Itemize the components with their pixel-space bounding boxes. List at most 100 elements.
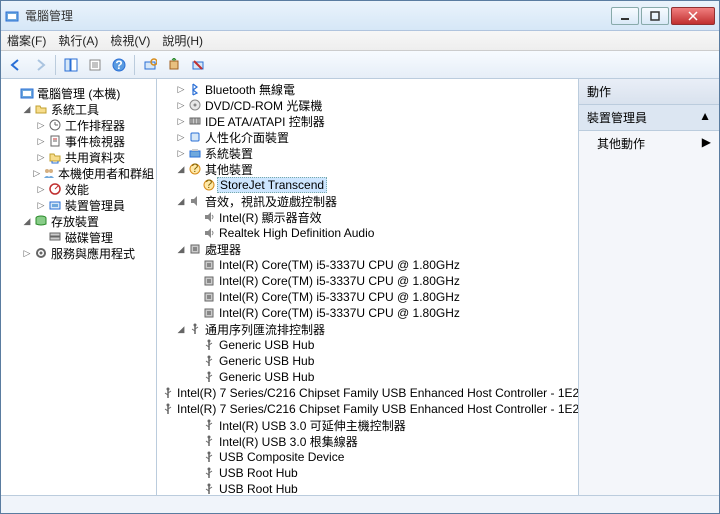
tree-storage[interactable]: ◢存放裝置: [5, 213, 156, 229]
tree-node-label: 音效，視訊及遊戲控制器: [203, 193, 337, 210]
svc-icon: [33, 245, 49, 261]
tree-item[interactable]: ▷ 本機使用者和群組: [5, 165, 156, 181]
tree-node-label: USB Root Hub: [217, 466, 298, 480]
tree-item[interactable]: 磁碟管理: [5, 229, 156, 245]
device-category[interactable]: ▷人性化介面裝置: [159, 129, 578, 145]
actions-pane: 動作 裝置管理員 ▲ 其他動作 ▶: [579, 79, 719, 495]
tree-system-tools[interactable]: ◢系統工具: [5, 101, 156, 117]
tree-item[interactable]: ▷裝置管理員: [5, 197, 156, 213]
device-item[interactable]: Intel(R) 7 Series/C216 Chipset Family US…: [159, 385, 578, 401]
scan-hardware-button[interactable]: [139, 54, 161, 76]
actions-header: 動作: [579, 79, 719, 105]
spk-icon: [201, 209, 217, 225]
update-driver-button[interactable]: [163, 54, 185, 76]
show-hide-tree-button[interactable]: [60, 54, 82, 76]
device-category[interactable]: ◢通用序列匯流排控制器: [159, 321, 578, 337]
titlebar[interactable]: 電腦管理: [1, 1, 719, 31]
device-item[interactable]: Intel(R) Core(TM) i5-3337U CPU @ 1.80GHz: [159, 257, 578, 273]
menu-action[interactable]: 執行(A): [58, 32, 98, 49]
users-icon: [42, 165, 56, 181]
expand-toggle-icon[interactable]: ▷: [175, 132, 187, 143]
device-item[interactable]: Intel(R) Core(TM) i5-3337U CPU @ 1.80GHz: [159, 273, 578, 289]
close-button[interactable]: [671, 7, 715, 25]
device-item[interactable]: Intel(R) Core(TM) i5-3337U CPU @ 1.80GHz: [159, 289, 578, 305]
device-item[interactable]: Intel(R) 顯示器音效: [159, 209, 578, 225]
tree-node-label: Intel(R) USB 3.0 根集線器: [217, 433, 358, 450]
menu-help[interactable]: 說明(H): [162, 32, 203, 49]
properties-button[interactable]: [84, 54, 106, 76]
ide-icon: [187, 113, 203, 129]
cpu-icon: [201, 289, 217, 305]
tree-node-label: 處理器: [203, 241, 241, 258]
expand-toggle-icon[interactable]: ▷: [35, 120, 47, 131]
tree-item[interactable]: ▷事件檢視器: [5, 133, 156, 149]
device-item[interactable]: USB Composite Device: [159, 449, 578, 465]
toolbar: ?: [1, 51, 719, 79]
tree-item[interactable]: ▷效能: [5, 181, 156, 197]
tree-node-label: 本機使用者和群組: [56, 165, 154, 182]
expand-toggle-icon[interactable]: ▷: [35, 136, 47, 147]
hid-icon: [187, 129, 203, 145]
usb-icon: [187, 321, 203, 337]
device-item[interactable]: Intel(R) 7 Series/C216 Chipset Family US…: [159, 401, 578, 417]
tree-node-label: Intel(R) Core(TM) i5-3337U CPU @ 1.80GHz: [217, 274, 460, 288]
device-category[interactable]: ▷IDE ATA/ATAPI 控制器: [159, 113, 578, 129]
expand-toggle-icon[interactable]: ◢: [175, 164, 187, 175]
device-item[interactable]: Generic USB Hub: [159, 369, 578, 385]
collapse-up-icon[interactable]: ▲: [699, 109, 711, 126]
device-item[interactable]: Intel(R) USB 3.0 根集線器: [159, 433, 578, 449]
expand-toggle-icon[interactable]: ▷: [21, 248, 33, 259]
expand-toggle-icon[interactable]: ◢: [21, 104, 33, 115]
device-item[interactable]: USB Root Hub: [159, 481, 578, 495]
expand-toggle-icon[interactable]: ◢: [21, 216, 33, 227]
forward-button[interactable]: [29, 54, 51, 76]
minimize-button[interactable]: [611, 7, 639, 25]
cpu-icon: [201, 257, 217, 273]
device-category[interactable]: ◢ 音效，視訊及遊戲控制器: [159, 193, 578, 209]
back-button[interactable]: [5, 54, 27, 76]
tree-root[interactable]: 電腦管理 (本機): [5, 85, 156, 101]
device-item[interactable]: Intel(R) USB 3.0 可延伸主機控制器: [159, 417, 578, 433]
expand-toggle-icon[interactable]: ▷: [35, 152, 47, 163]
uninstall-button[interactable]: [187, 54, 209, 76]
actions-more[interactable]: 其他動作 ▶: [579, 131, 719, 156]
maximize-button[interactable]: [641, 7, 669, 25]
tree-item[interactable]: ▷共用資料夾: [5, 149, 156, 165]
device-item[interactable]: Generic USB Hub: [159, 353, 578, 369]
device-category[interactable]: ◢?其他裝置: [159, 161, 578, 177]
expand-toggle-icon[interactable]: ◢: [175, 244, 187, 255]
device-category[interactable]: ▷ 系統裝置: [159, 145, 578, 161]
device-tree-pane[interactable]: ▷ Bluetooth 無線電 ▷ DVD/CD-ROM 光碟機▷IDE ATA/AT…: [157, 79, 579, 495]
expand-toggle-icon[interactable]: ◢: [175, 196, 187, 207]
tree-services[interactable]: ▷服務與應用程式: [5, 245, 156, 261]
expand-toggle-icon[interactable]: ▷: [35, 184, 47, 195]
expand-toggle-icon[interactable]: ▷: [175, 84, 187, 95]
tree-item[interactable]: ▷工作排程器: [5, 117, 156, 133]
device-category[interactable]: ◢ 處理器: [159, 241, 578, 257]
expand-toggle-icon[interactable]: ▷: [175, 148, 187, 159]
menu-file[interactable]: 檔案(F): [7, 32, 46, 49]
expand-toggle-icon[interactable]: ▷: [175, 100, 187, 111]
expand-toggle-icon[interactable]: ▷: [35, 200, 47, 211]
device-item[interactable]: USB Root Hub: [159, 465, 578, 481]
help-button[interactable]: ?: [108, 54, 130, 76]
device-item[interactable]: ?StoreJet Transcend: [159, 177, 578, 193]
expand-toggle-icon[interactable]: ▷: [175, 116, 187, 127]
device-item[interactable]: Realtek High Definition Audio: [159, 225, 578, 241]
tree-node-label: DVD/CD-ROM 光碟機: [203, 97, 322, 114]
device-category[interactable]: ▷ DVD/CD-ROM 光碟機: [159, 97, 578, 113]
expand-toggle-icon[interactable]: ◢: [175, 324, 187, 335]
spk-icon: [201, 225, 217, 241]
device-item[interactable]: Intel(R) Core(TM) i5-3337U CPU @ 1.80GHz: [159, 305, 578, 321]
left-tree-pane[interactable]: 電腦管理 (本機)◢系統工具▷工作排程器▷事件檢視器▷共用資料夾▷本機使用者和群…: [1, 79, 157, 495]
actions-section-label: 裝置管理員: [587, 109, 647, 126]
sound-icon: [187, 193, 203, 209]
menu-view[interactable]: 檢視(V): [110, 32, 150, 49]
device-category[interactable]: ▷ Bluetooth 無線電: [159, 81, 578, 97]
tree-node-label: Bluetooth 無線電: [203, 81, 295, 98]
actions-section[interactable]: 裝置管理員 ▲: [579, 105, 719, 131]
tree-node-label: 系統裝置: [203, 145, 253, 162]
expand-toggle-icon[interactable]: ▷: [31, 168, 42, 179]
actions-more-label: 其他動作: [597, 135, 645, 152]
device-item[interactable]: Generic USB Hub: [159, 337, 578, 353]
